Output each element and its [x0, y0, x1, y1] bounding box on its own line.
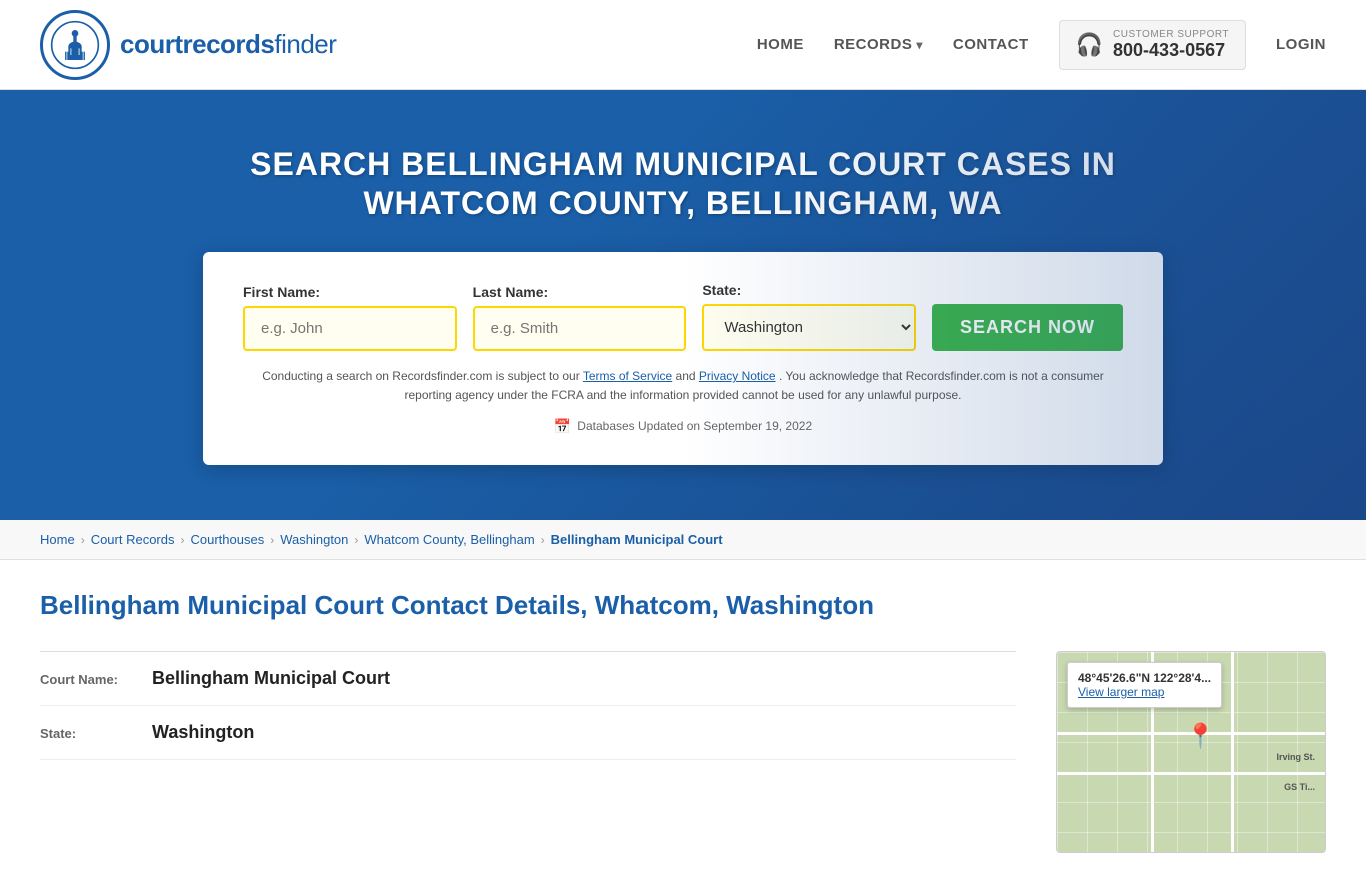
details-table: Court Name: Bellingham Municipal Court S… [40, 651, 1016, 760]
breadcrumb-sep-2: › [181, 533, 185, 547]
support-label: CUSTOMER SUPPORT [1113, 29, 1229, 40]
headphone-icon: 🎧 [1076, 32, 1103, 58]
state-row: State: Washington [40, 706, 1016, 760]
breadcrumb-sep-5: › [541, 533, 545, 547]
map-road-vertical-2 [1231, 652, 1234, 852]
calendar-icon: 📅 [554, 418, 571, 435]
map-coords: 48°45'26.6"N 122°28'4... [1078, 671, 1211, 685]
support-info: CUSTOMER SUPPORT 800-433-0567 [1113, 29, 1229, 61]
privacy-link[interactable]: Privacy Notice [699, 369, 776, 383]
nav-contact[interactable]: CONTACT [953, 36, 1029, 53]
search-button[interactable]: SEARCH NOW [932, 304, 1123, 351]
last-name-field-group: Last Name: [473, 284, 687, 351]
hero-section: SEARCH BELLINGHAM MUNICIPAL COURT CASES … [0, 90, 1366, 520]
details-map-row: Court Name: Bellingham Municipal Court S… [40, 651, 1326, 853]
content-area: Bellingham Municipal Court Contact Detai… [0, 560, 1366, 883]
chevron-down-icon: ▾ [916, 38, 923, 52]
map-tooltip: 48°45'26.6"N 122°28'4... View larger map [1067, 662, 1222, 708]
breadcrumb-sep-4: › [354, 533, 358, 547]
nav-records[interactable]: RECORDS ▾ [834, 36, 923, 53]
breadcrumb: Home › Court Records › Courthouses › Was… [0, 520, 1366, 560]
court-name-row: Court Name: Bellingham Municipal Court [40, 652, 1016, 706]
support-phone[interactable]: 800-433-0567 [1113, 40, 1229, 61]
court-name-value: Bellingham Municipal Court [152, 668, 390, 689]
map-container: 48°45'26.6"N 122°28'4... View larger map… [1056, 651, 1326, 853]
breadcrumb-whatcom[interactable]: Whatcom County, Bellingham [364, 532, 534, 547]
main-nav: HOME RECORDS ▾ CONTACT 🎧 CUSTOMER SUPPOR… [757, 20, 1326, 70]
map-pin-icon: 📍 [1186, 722, 1216, 751]
state-detail-label: State: [40, 726, 140, 741]
view-larger-map-link[interactable]: View larger map [1078, 685, 1211, 699]
breadcrumb-sep-3: › [270, 533, 274, 547]
last-name-input[interactable] [473, 306, 687, 351]
map-road-horizontal-2 [1057, 772, 1325, 775]
first-name-label: First Name: [243, 284, 457, 300]
disclaimer-text: Conducting a search on Recordsfinder.com… [243, 367, 1123, 405]
terms-link[interactable]: Terms of Service [583, 369, 672, 383]
logo-area: courtrecordsfinder [40, 10, 336, 80]
state-field-group: State: AlabamaAlaskaArizonaArkansasCalif… [702, 282, 916, 351]
state-detail-value: Washington [152, 722, 254, 743]
breadcrumb-current: Bellingham Municipal Court [551, 532, 723, 547]
nav-login[interactable]: LOGIN [1276, 36, 1326, 53]
court-name-label: Court Name: [40, 672, 140, 687]
logo-text: courtrecordsfinder [120, 29, 336, 60]
logo-icon [40, 10, 110, 80]
breadcrumb-sep-1: › [81, 533, 85, 547]
state-select[interactable]: AlabamaAlaskaArizonaArkansasCaliforniaCo… [702, 304, 916, 351]
state-label: State: [702, 282, 916, 298]
nav-home[interactable]: HOME [757, 36, 804, 53]
map-label-gs-ti: GS Ti... [1284, 782, 1315, 792]
breadcrumb-courthouses[interactable]: Courthouses [191, 532, 265, 547]
breadcrumb-washington[interactable]: Washington [280, 532, 348, 547]
site-header: courtrecordsfinder HOME RECORDS ▾ CONTAC… [0, 0, 1366, 90]
first-name-field-group: First Name: [243, 284, 457, 351]
last-name-label: Last Name: [473, 284, 687, 300]
db-update: 📅 Databases Updated on September 19, 202… [243, 418, 1123, 435]
breadcrumb-home[interactable]: Home [40, 532, 75, 547]
map-label-irving: Irving St. [1276, 752, 1315, 762]
breadcrumb-court-records[interactable]: Court Records [91, 532, 175, 547]
search-card: First Name: Last Name: State: AlabamaAla… [203, 252, 1163, 464]
support-area: 🎧 CUSTOMER SUPPORT 800-433-0567 [1059, 20, 1246, 70]
search-fields-row: First Name: Last Name: State: AlabamaAla… [243, 282, 1123, 351]
hero-title: SEARCH BELLINGHAM MUNICIPAL COURT CASES … [233, 145, 1133, 222]
section-title: Bellingham Municipal Court Contact Detai… [40, 590, 1326, 621]
first-name-input[interactable] [243, 306, 457, 351]
